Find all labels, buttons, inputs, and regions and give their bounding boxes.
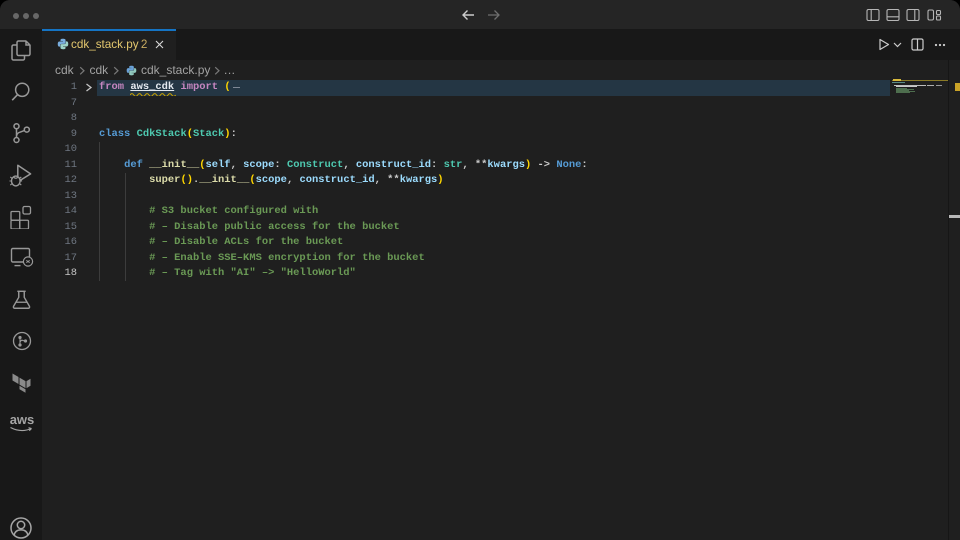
- svg-text:aws: aws: [10, 412, 35, 427]
